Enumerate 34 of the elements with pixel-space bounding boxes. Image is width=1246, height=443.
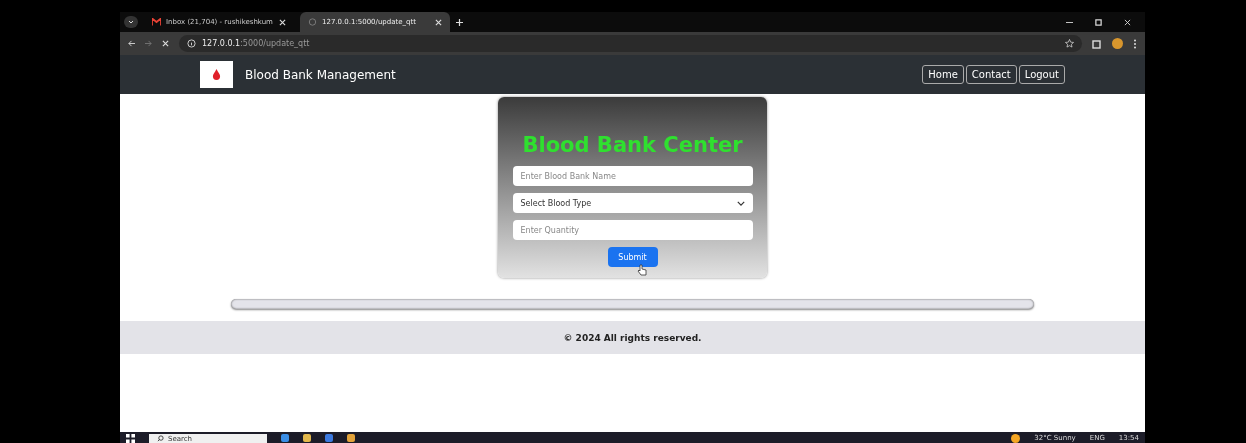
avatar-icon[interactable] <box>1112 38 1123 49</box>
restore-icon[interactable] <box>1095 18 1102 26</box>
star-icon[interactable] <box>1065 39 1074 48</box>
sun-icon <box>1011 434 1021 443</box>
nav-link[interactable]: Logout <box>1018 65 1065 84</box>
tab-menu-button[interactable] <box>124 16 138 28</box>
form-title: Blood Bank Center <box>522 133 743 157</box>
app-icon[interactable] <box>347 434 355 442</box>
search-icon <box>157 435 164 442</box>
hand-cursor-icon <box>637 264 647 276</box>
input-field[interactable]: Enter Blood Bank Name <box>512 166 753 186</box>
chevron-icon <box>736 200 745 206</box>
logo-icon <box>200 61 233 88</box>
new-tab-icon[interactable] <box>456 18 463 26</box>
app-icon[interactable] <box>325 434 333 442</box>
stop-icon[interactable] <box>162 40 169 47</box>
info-icon <box>187 39 196 48</box>
close-tab-icon[interactable] <box>279 18 286 26</box>
nav-link[interactable]: Contact <box>965 65 1017 84</box>
address-field[interactable]: 127.0.0.1:5000/update_qtt <box>179 35 1082 52</box>
globe-icon <box>308 18 317 26</box>
app-icon[interactable] <box>281 434 289 442</box>
select-field[interactable]: Select Blood Type <box>512 193 753 213</box>
start-icon[interactable] <box>126 434 135 443</box>
close-icon[interactable] <box>1124 18 1131 26</box>
nav-link[interactable]: Home <box>922 65 964 84</box>
footer-text: © 2024 All rights reserved. <box>120 321 1145 354</box>
envelope-icon <box>152 18 161 26</box>
close-tab-icon[interactable] <box>435 18 442 26</box>
brand-title[interactable]: Blood Bank Management <box>245 67 396 82</box>
menu-icon[interactable] <box>1133 38 1137 49</box>
input-field[interactable]: Enter Quantity <box>512 220 753 240</box>
back-arrow-icon[interactable] <box>128 40 135 47</box>
submit-button[interactable]: Submit <box>607 247 658 267</box>
